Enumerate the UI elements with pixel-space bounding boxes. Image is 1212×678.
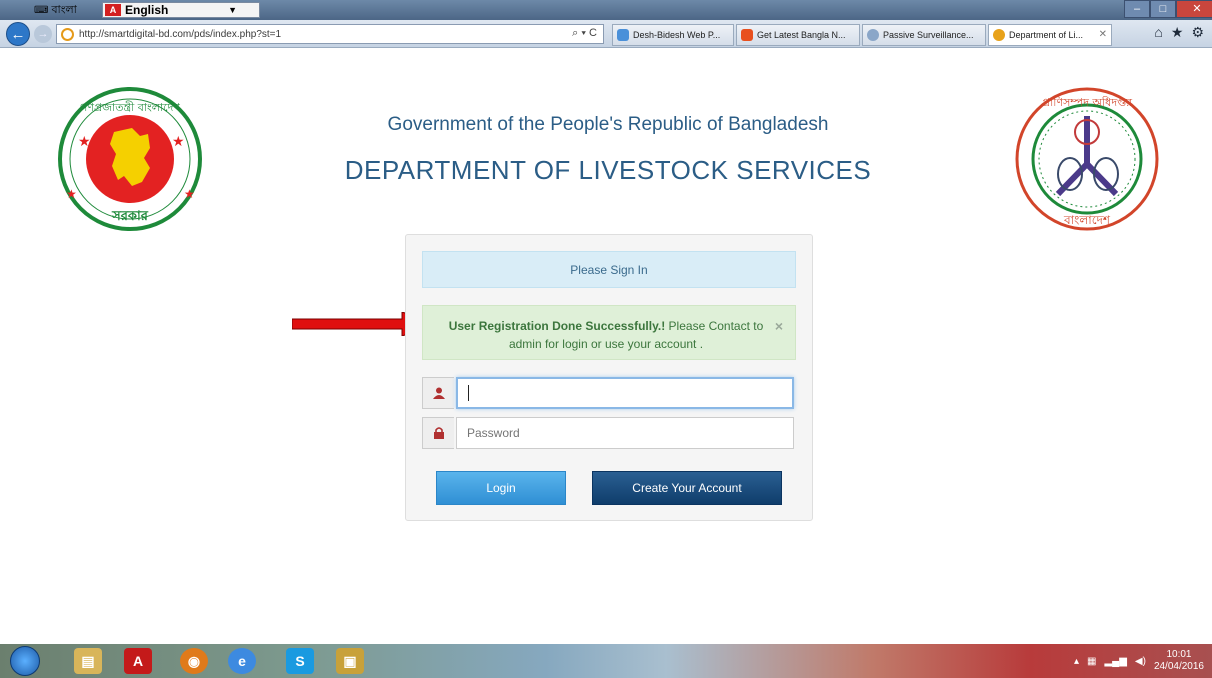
language-bar: ⌨ বাংলা A English ▼ – □ ✕	[0, 0, 1212, 20]
success-alert: User Registration Done Successfully.! Pl…	[422, 305, 796, 360]
chevron-down-icon: ▼	[228, 5, 237, 15]
department-title: DEPARTMENT OF LIVESTOCK SERVICES	[344, 155, 872, 185]
tab-passive-surveillance[interactable]: Passive Surveillance...	[862, 24, 986, 46]
skype-icon[interactable]: S	[286, 648, 314, 674]
username-row	[422, 377, 796, 409]
back-button[interactable]: ←	[6, 22, 30, 46]
signal-icon[interactable]: ▂▄▆	[1104, 656, 1126, 667]
emblem-text-bottom: সরকার	[111, 209, 149, 224]
clock[interactable]: 10:01 24/04/2016	[1154, 649, 1204, 673]
volume-icon[interactable]: ◀)	[1135, 656, 1146, 667]
password-input[interactable]	[456, 417, 794, 449]
close-window-button[interactable]: ✕	[1176, 0, 1212, 18]
minimize-button[interactable]: –	[1124, 0, 1150, 18]
site-favicon-icon	[61, 28, 74, 41]
lock-icon	[422, 417, 454, 449]
start-button[interactable]	[10, 646, 40, 676]
svg-text:★: ★	[66, 187, 77, 201]
tab-label: Get Latest Bangla N...	[757, 30, 846, 40]
forward-button[interactable]: →	[34, 25, 52, 43]
page-content: ★ ★ ★ ★ গণপ্রজাতন্ত্রী বাংলাদেশ সরকার Go…	[0, 48, 1212, 644]
window-controls: – □ ✕	[1124, 0, 1212, 18]
language-indicator[interactable]: ⌨ বাংলা	[34, 3, 77, 17]
tab-label: Desh-Bidesh Web P...	[633, 30, 721, 40]
browser-toolbar: ← → http://smartdigital-bd.com/pds/index…	[0, 20, 1212, 48]
language-select[interactable]: A English ▼	[102, 2, 260, 18]
tab-desh-bidesh[interactable]: Desh-Bidesh Web P...	[612, 24, 734, 46]
username-input[interactable]	[456, 377, 794, 409]
tab-label: Department of Li...	[1009, 30, 1084, 40]
emblem-right-text-bottom: বাংলাদেশ	[1063, 213, 1111, 227]
address-url: http://smartdigital-bd.com/pds/index.php…	[79, 28, 282, 40]
file-explorer-icon[interactable]: ▤	[74, 648, 102, 674]
keyboard-icon: ⌨	[34, 4, 49, 16]
network-icon[interactable]: ▦	[1087, 656, 1096, 667]
address-bar[interactable]: http://smartdigital-bd.com/pds/index.php…	[56, 24, 604, 44]
tray-arrow-icon[interactable]: ▴	[1074, 656, 1079, 667]
panel-heading: Please Sign In	[422, 251, 796, 288]
emblem-text-top: গণপ্রজাতন্ত্রী বাংলাদেশ	[80, 101, 180, 114]
tab-label: Passive Surveillance...	[883, 30, 974, 40]
svg-text:★: ★	[184, 187, 195, 201]
home-icon[interactable]: ⌂	[1154, 24, 1162, 41]
user-icon	[422, 377, 454, 409]
clock-date: 24/04/2016	[1153, 661, 1204, 672]
login-panel: Please Sign In User Registration Done Su…	[405, 234, 813, 521]
alert-bold-text: User Registration Done Successfully.!	[448, 319, 666, 333]
favorites-star-icon[interactable]: ★	[1171, 24, 1184, 41]
svg-text:★: ★	[172, 133, 185, 149]
firefox-icon[interactable]: ◉	[180, 648, 208, 674]
page-icon	[867, 29, 879, 41]
create-account-button[interactable]: Create Your Account	[592, 471, 782, 505]
maximize-button[interactable]: □	[1150, 0, 1176, 18]
government-title: Government of the People's Republic of B…	[387, 114, 829, 135]
flag-icon: A	[105, 4, 121, 16]
arrow-right-icon: →	[37, 28, 49, 40]
tab-department-of-livestock[interactable]: Department of Li... ✕	[988, 24, 1112, 46]
app-icon[interactable]: ▣	[336, 648, 364, 674]
news-icon	[741, 29, 753, 41]
tab-bangla-news[interactable]: Get Latest Bangla N...	[736, 24, 860, 46]
login-button[interactable]: Login	[436, 471, 566, 505]
livestock-department-emblem: প্রাণিসম্পদ অধিদপ্তর বাংলাদেশ	[1015, 87, 1159, 231]
svg-text:★: ★	[78, 133, 91, 149]
internet-explorer-icon[interactable]: e	[228, 648, 256, 674]
system-tray: ▴ ▦ ▂▄▆ ◀) 10:01 24/04/2016	[1037, 644, 1212, 678]
loading-icon	[993, 29, 1005, 41]
emblem-right-text-top: প্রাণিসম্পদ অধিদপ্তর	[1042, 96, 1133, 109]
globe-icon	[617, 29, 629, 41]
browser-icons: ⌂ ★ ⚙	[1154, 24, 1204, 41]
close-tab-icon[interactable]: ✕	[1099, 29, 1107, 40]
address-tools[interactable]: ⌕ ▾ C	[572, 27, 597, 40]
clock-time: 10:01	[1166, 649, 1192, 660]
language-label: বাংলা	[51, 3, 77, 16]
arrow-left-icon: ←	[10, 25, 26, 43]
language-value: English	[125, 3, 169, 17]
text-cursor	[468, 385, 469, 401]
settings-gear-icon[interactable]: ⚙	[1191, 24, 1204, 41]
password-row	[422, 417, 796, 449]
bangladesh-govt-emblem: ★ ★ ★ ★ গণপ্রজাতন্ত্রী বাংলাদেশ সরকার	[58, 87, 202, 231]
acrobat-reader-icon[interactable]: A	[124, 648, 152, 674]
close-alert-icon[interactable]: ×	[775, 317, 783, 335]
windows-taskbar: ▤ A ◉ e S ▣ ▴ ▦ ▂▄▆ ◀) 10:01 24/04/2016	[0, 644, 1212, 678]
